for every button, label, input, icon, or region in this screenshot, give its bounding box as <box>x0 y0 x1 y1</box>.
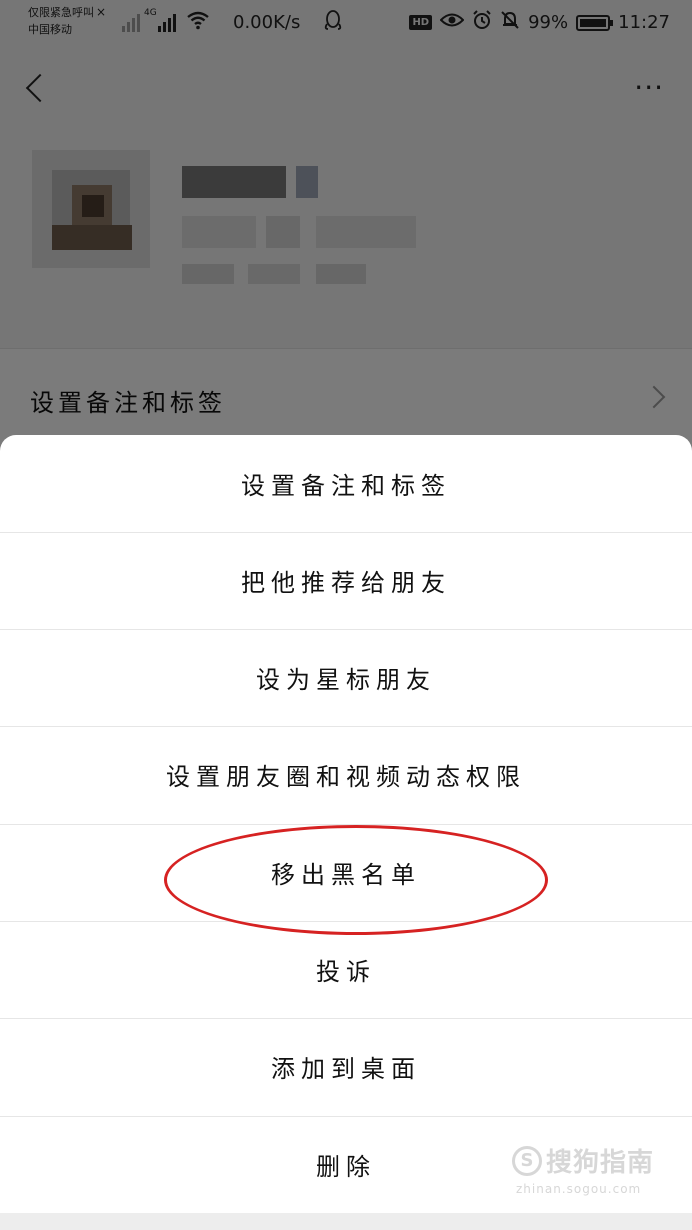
watermark: S 搜狗指南 zhinan.sogou.com <box>512 1142 655 1196</box>
sheet-item-recommend-to-friend[interactable]: 把他推荐给朋友 <box>0 532 692 629</box>
sheet-item-add-to-desktop[interactable]: 添加到桌面 <box>0 1018 692 1115</box>
highlight-annotation-ellipse <box>164 825 548 935</box>
sheet-item-moments-permissions[interactable]: 设置朋友圈和视频动态权限 <box>0 726 692 823</box>
watermark-url: zhinan.sogou.com <box>516 1182 642 1196</box>
sheet-item-set-remark-tags[interactable]: 设置备注和标签 <box>0 435 692 532</box>
sheet-bottom-bar <box>0 1213 692 1230</box>
watermark-logo: S <box>512 1145 542 1176</box>
sheet-item-star-friend[interactable]: 设为星标朋友 <box>0 629 692 726</box>
sheet-item-complain[interactable]: 投诉 <box>0 921 692 1018</box>
watermark-text: 搜狗指南 <box>546 1148 655 1178</box>
